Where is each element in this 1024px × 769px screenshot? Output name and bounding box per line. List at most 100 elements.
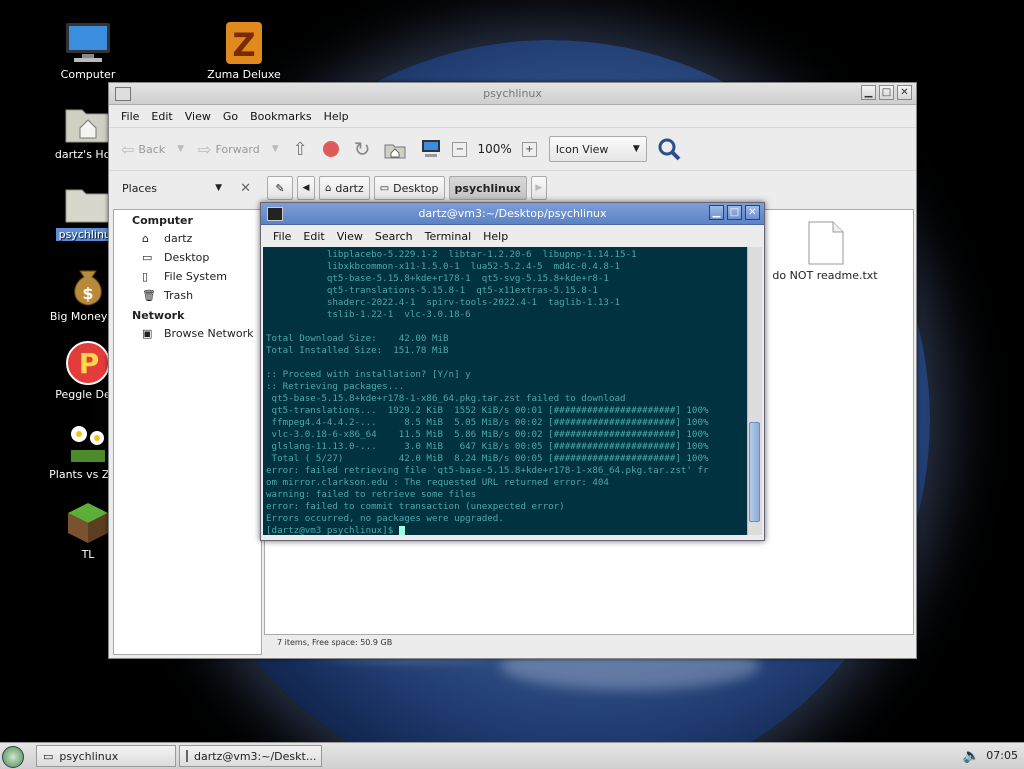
terminal-scrollbar[interactable] (747, 247, 762, 535)
terminal-line: qt5-translations-5.15.8-1 qt5-x11extras-… (266, 285, 598, 296)
drive-icon: ▯ (142, 270, 149, 283)
terminal-line: om mirror.clarkson.edu : The requested U… (266, 477, 609, 488)
monitor-icon (63, 20, 113, 66)
computer-icon (422, 140, 441, 157)
terminal-window: dartz@vm3:~/Desktop/psychlinux ▁ □ ✕ Fil… (260, 202, 765, 541)
menu-view[interactable]: View (331, 230, 369, 243)
file-item[interactable]: do NOT readme.txt (770, 220, 880, 282)
chevron-right-icon: ▶ (535, 183, 543, 193)
volume-icon[interactable]: 🔈 (963, 748, 980, 764)
chevron-left-icon: ◀ (302, 183, 310, 193)
up-button[interactable]: ⇧ (289, 139, 312, 160)
terminal-line: tslib-1.22-1 vlc-3.0.18-6 (266, 309, 471, 320)
chevron-down-icon: ▼ (632, 144, 640, 154)
minimize-button[interactable]: ▁ (709, 205, 724, 220)
back-button[interactable]: ⇦ Back ▼ (117, 140, 188, 159)
search-button[interactable] (653, 137, 685, 161)
close-button[interactable]: ✕ (745, 205, 760, 220)
menu-view[interactable]: View (179, 110, 217, 123)
stop-icon (322, 141, 339, 157)
zoom-out-button[interactable]: − (452, 141, 468, 157)
menu-launcher-icon[interactable] (2, 746, 24, 768)
desktop-icon-zuma[interactable]: Z Zuma Deluxe (194, 20, 294, 81)
location-bar: Places ▼ ✕ ✎ ◀ ⌂ dartz ▭ Desktop psychli… (109, 170, 916, 205)
forward-button[interactable]: ⇨ Forward ▼ (194, 140, 283, 159)
folder-icon: ▭ (142, 251, 153, 264)
terminal-line: warning: failed to retrieve some files (266, 489, 477, 500)
home-icon (384, 144, 406, 159)
terminal-titlebar[interactable]: dartz@vm3:~/Desktop/psychlinux ▁ □ ✕ (261, 203, 764, 225)
forward-arrow-icon: ⇨ (198, 139, 212, 159)
scrollbar-thumb[interactable] (749, 422, 760, 522)
zoom-level: 100% (477, 142, 512, 156)
path-scroll-right[interactable]: ▶ (530, 176, 547, 200)
maximize-button[interactable]: □ (879, 85, 894, 100)
chevron-down-icon: ▼ (177, 144, 185, 154)
sidebar-item-trash[interactable]: 🗑 Trash (114, 286, 261, 305)
svg-text:Z: Z (232, 26, 255, 64)
path-button-desktop[interactable]: ▭ Desktop (373, 176, 445, 200)
terminal-line: qt5-base-5.15.8+kde+r178-1 qt5-svg-5.15.… (266, 273, 609, 284)
search-icon (658, 138, 681, 161)
home-button[interactable] (380, 139, 410, 159)
terminal-icon (186, 750, 188, 762)
computer-button[interactable] (416, 139, 446, 159)
sidebar-heading-network: Network (132, 309, 185, 322)
menu-edit[interactable]: Edit (145, 110, 178, 123)
sidebar-item-file-system[interactable]: ▯ File System (114, 267, 261, 286)
menu-help[interactable]: Help (318, 110, 355, 123)
file-manager-titlebar[interactable]: psychlinux ▁ □ ✕ (109, 83, 916, 105)
terminal-title: dartz@vm3:~/Desktop/psychlinux (418, 207, 607, 220)
terminal-output: libplacebo-5.229.1-2 libtar-1.2.20-6 lib… (266, 249, 709, 535)
file-name: do NOT readme.txt (772, 269, 878, 282)
task-terminal[interactable]: dartz@vm3:~/Deskt... (179, 745, 322, 767)
path-button-psychlinux[interactable]: psychlinux (448, 176, 527, 200)
edit-location-button[interactable]: ✎ (267, 176, 293, 200)
terminal-line: Errors occurred, no packages were upgrad… (266, 513, 504, 524)
places-header[interactable]: Places ▼ ✕ (109, 181, 259, 196)
chevron-down-icon[interactable]: ▼ (215, 183, 222, 193)
view-mode-select[interactable]: Icon View ▼ (548, 136, 647, 162)
minimize-button[interactable]: ▁ (861, 85, 876, 100)
menu-search[interactable]: Search (369, 230, 419, 243)
terminal-line: :: Proceed with installation? [Y/n] y (266, 369, 471, 380)
svg-text:P: P (79, 347, 100, 380)
reload-button[interactable]: ↻ (350, 137, 375, 161)
close-icon[interactable]: ✕ (240, 181, 251, 196)
terminal-line: Total ( 5/27) 42.0 MiB 8.24 MiB/s 00:05 … (266, 453, 709, 464)
maximize-button[interactable]: □ (727, 205, 742, 220)
terminal-line: Total Installed Size: 151.78 MiB (266, 345, 449, 356)
terminal-line: :: Retrieving packages... (266, 381, 405, 392)
menu-help[interactable]: Help (477, 230, 514, 243)
task-psychlinux[interactable]: ▭ psychlinux (36, 745, 176, 767)
menu-file[interactable]: File (115, 110, 145, 123)
menu-file[interactable]: File (267, 230, 297, 243)
flower-icon (63, 420, 113, 466)
menu-bookmarks[interactable]: Bookmarks (244, 110, 317, 123)
window-title: psychlinux (483, 87, 542, 100)
peggle-icon: P (63, 340, 113, 386)
home-icon: ⌂ (142, 232, 149, 245)
menu-terminal[interactable]: Terminal (419, 230, 478, 243)
terminal-screen[interactable]: libplacebo-5.229.1-2 libtar-1.2.20-6 lib… (263, 247, 747, 535)
sidebar-item-desktop[interactable]: ▭ Desktop (114, 248, 261, 267)
zoom-in-button[interactable]: + (521, 141, 537, 157)
path-scroll-left[interactable]: ◀ (297, 176, 315, 200)
desktop-icon-label: Computer (60, 68, 116, 81)
zuma-icon: Z (219, 20, 269, 66)
terminal-line: libxkbcommon-x11-1.5.0-1 lua52-5.2.4-5 m… (266, 261, 621, 272)
svg-text:$: $ (82, 284, 93, 303)
desktop-icon-computer[interactable]: Computer (38, 20, 138, 81)
terminal-line: error: failed retrieving file 'qt5-base-… (266, 465, 709, 476)
close-button[interactable]: ✕ (897, 85, 912, 100)
menu-go[interactable]: Go (217, 110, 244, 123)
sidebar-item-browse-network[interactable]: ▣ Browse Network (114, 324, 261, 343)
path-button-dartz[interactable]: ⌂ dartz (319, 176, 370, 200)
up-arrow-icon: ⇧ (292, 138, 308, 160)
home-icon: ⌂ (325, 182, 332, 194)
network-icon: ▣ (142, 327, 153, 340)
menu-edit[interactable]: Edit (297, 230, 330, 243)
terminal-line: Total Download Size: 42.00 MiB (266, 333, 449, 344)
sidebar-item-dartz[interactable]: ⌂ dartz (114, 229, 261, 248)
stop-button[interactable] (318, 140, 344, 158)
